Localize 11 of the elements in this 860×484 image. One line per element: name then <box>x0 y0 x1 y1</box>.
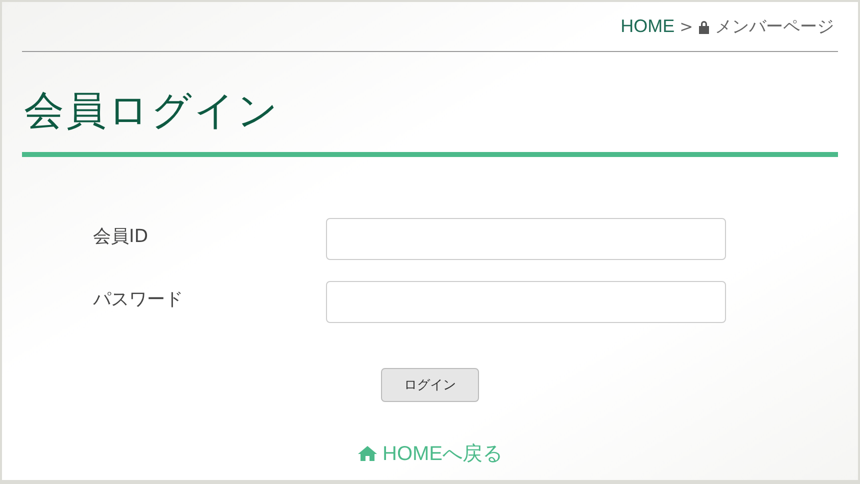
field-label: パスワード <box>93 288 184 311</box>
field-label: 会員ID <box>93 225 150 248</box>
login-button[interactable]: ログイン <box>381 368 479 402</box>
input-field[interactable] <box>326 281 726 323</box>
input-field[interactable] <box>326 218 726 260</box>
home-icon <box>358 446 376 461</box>
page-title: 会員ログイン <box>24 88 281 134</box>
lock-icon <box>698 20 710 34</box>
breadcrumb-separator: > <box>680 17 693 36</box>
current-page: メンバーページ <box>715 16 834 38</box>
home-link[interactable]: HOME <box>620 16 675 37</box>
